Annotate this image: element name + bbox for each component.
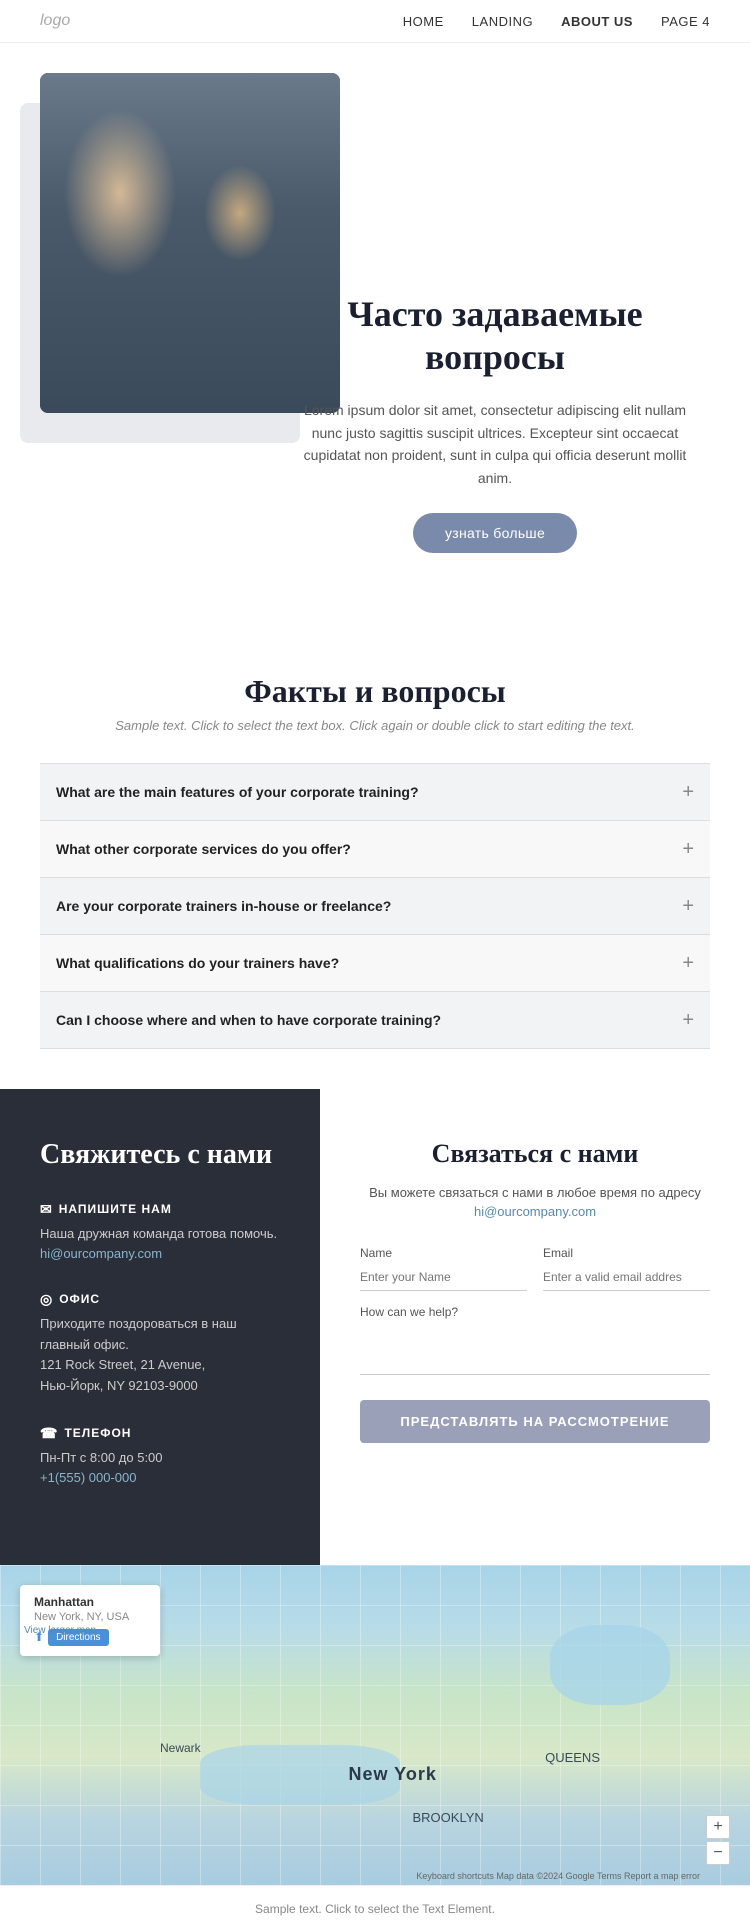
office-icon: ◎ bbox=[40, 1291, 53, 1308]
faq-question-1: What are the main features of your corpo… bbox=[56, 784, 419, 800]
contact-phone-label: ☎ ТЕЛЕФОН bbox=[40, 1425, 280, 1442]
faq-question-3: Are your corporate trainers in-house or … bbox=[56, 898, 391, 914]
hero-content: Часто задаваемые вопросы Lorem ipsum dol… bbox=[280, 73, 710, 553]
footer: Sample text. Click to select the Text El… bbox=[0, 1885, 750, 1932]
map-popup: Manhattan New York, NY, USA ⬆ Directions bbox=[20, 1585, 160, 1656]
contact-message-textarea[interactable] bbox=[360, 1325, 710, 1375]
contact-office-desc: Приходите поздороваться в наш главный оф… bbox=[40, 1314, 280, 1356]
contact-form-row-1: Name Email bbox=[360, 1246, 710, 1291]
map-popup-sub: New York, NY, USA bbox=[34, 1611, 146, 1623]
contact-name-group: Name bbox=[360, 1246, 527, 1291]
map-water-1 bbox=[550, 1625, 670, 1705]
map-zoom-controls: + − bbox=[706, 1815, 730, 1865]
contact-email-block: ✉ НАПИШИТЕ НАМ Наша дружная команда гото… bbox=[40, 1201, 280, 1263]
hero-button[interactable]: узнать больше bbox=[413, 513, 577, 553]
contact-email-link[interactable]: hi@ourcompany.com bbox=[40, 1246, 162, 1261]
nav-page4[interactable]: PAGE 4 bbox=[661, 14, 710, 29]
contact-office-block: ◎ ОФИС Приходите поздороваться в наш гла… bbox=[40, 1291, 280, 1397]
faq-title: Факты и вопросы bbox=[40, 673, 710, 710]
faq-item-5[interactable]: Can I choose where and when to have corp… bbox=[40, 992, 710, 1049]
nav-home[interactable]: HOME bbox=[403, 14, 444, 29]
map-larger-link[interactable]: View larger map bbox=[24, 1625, 96, 1636]
nav-links: HOME LANDING ABOUT US PAGE 4 bbox=[403, 14, 710, 29]
contact-email-desc: Наша дружная команда готова помочь. bbox=[40, 1224, 280, 1245]
contact-form-desc: Вы можете связаться с нами в любое время… bbox=[360, 1183, 710, 1222]
contact-email-form-label: Email bbox=[543, 1246, 710, 1260]
contact-phone-number[interactable]: +1(555) 000-000 bbox=[40, 1470, 137, 1485]
contact-email-group: Email bbox=[543, 1246, 710, 1291]
faq-expand-icon-2: + bbox=[682, 839, 694, 859]
faq-question-5: Can I choose where and when to have corp… bbox=[56, 1012, 441, 1028]
faq-item-4[interactable]: What qualifications do your trainers hav… bbox=[40, 935, 710, 992]
email-icon: ✉ bbox=[40, 1201, 53, 1218]
map-label-newyork: New York bbox=[348, 1764, 436, 1785]
faq-expand-icon-1: + bbox=[682, 782, 694, 802]
hero-description: Lorem ipsum dolor sit amet, consectetur … bbox=[280, 399, 710, 489]
contact-email-input[interactable] bbox=[543, 1264, 710, 1291]
contact-message-label: How can we help? bbox=[360, 1305, 710, 1319]
map-label-brooklyn: BROOKLYN bbox=[413, 1810, 484, 1825]
faq-expand-icon-4: + bbox=[682, 953, 694, 973]
phone-icon: ☎ bbox=[40, 1425, 58, 1442]
nav-landing[interactable]: LANDING bbox=[472, 14, 533, 29]
logo: logo bbox=[40, 12, 70, 30]
contact-form-panel: Связаться с нами Вы можете связаться с н… bbox=[320, 1089, 750, 1565]
faq-expand-icon-3: + bbox=[682, 896, 694, 916]
contact-submit-button[interactable]: ПРЕДСТАВЛЯТЬ НА РАССМОТРЕНИЕ bbox=[360, 1400, 710, 1443]
contact-info: Свяжитесь с нами ✉ НАПИШИТЕ НАМ Наша дру… bbox=[0, 1089, 320, 1565]
map-label-newark: Newark bbox=[160, 1741, 201, 1755]
map-background: Manhattan New York, NY, USA ⬆ Directions… bbox=[0, 1565, 750, 1885]
hero-button-container: узнать больше bbox=[280, 513, 710, 553]
faq-expand-icon-5: + bbox=[682, 1010, 694, 1030]
map-section: Manhattan New York, NY, USA ⬆ Directions… bbox=[0, 1565, 750, 1885]
footer-text: Sample text. Click to select the Text El… bbox=[255, 1902, 495, 1916]
contact-office-label: ◎ ОФИС bbox=[40, 1291, 280, 1308]
contact-office-address: 121 Rock Street, 21 Avenue,Нью-Йорк, NY … bbox=[40, 1355, 280, 1397]
map-popup-title: Manhattan bbox=[34, 1595, 146, 1609]
map-zoom-in-button[interactable]: + bbox=[706, 1815, 730, 1839]
nav-about[interactable]: ABOUT US bbox=[561, 14, 633, 29]
faq-list: What are the main features of your corpo… bbox=[40, 763, 710, 1049]
contact-form-email-link[interactable]: hi@ourcompany.com bbox=[474, 1204, 596, 1219]
faq-question-4: What qualifications do your trainers hav… bbox=[56, 955, 339, 971]
faq-section: Факты и вопросы Sample text. Click to se… bbox=[0, 613, 750, 1089]
hero-title: Часто задаваемые вопросы bbox=[280, 293, 710, 379]
faq-subtitle: Sample text. Click to select the text bo… bbox=[40, 718, 710, 733]
faq-item-2[interactable]: What other corporate services do you off… bbox=[40, 821, 710, 878]
contact-name-input[interactable] bbox=[360, 1264, 527, 1291]
faq-question-2: What other corporate services do you off… bbox=[56, 841, 351, 857]
contact-name-label: Name bbox=[360, 1246, 527, 1260]
navbar: logo HOME LANDING ABOUT US PAGE 4 bbox=[0, 0, 750, 43]
map-zoom-out-button[interactable]: − bbox=[706, 1841, 730, 1865]
contact-form-title: Связаться с нами bbox=[360, 1139, 710, 1169]
contact-phone-hours: Пн-Пт с 8:00 до 5:00 bbox=[40, 1448, 280, 1469]
map-label-queens: QUEENS bbox=[545, 1750, 600, 1765]
faq-item-3[interactable]: Are your corporate trainers in-house or … bbox=[40, 878, 710, 935]
contact-left-title: Свяжитесь с нами bbox=[40, 1139, 280, 1171]
map-credit: Keyboard shortcuts Map data ©2024 Google… bbox=[416, 1871, 700, 1881]
hero-section: Часто задаваемые вопросы Lorem ipsum dol… bbox=[0, 43, 750, 613]
contact-phone-block: ☎ ТЕЛЕФОН Пн-Пт с 8:00 до 5:00 +1(555) 0… bbox=[40, 1425, 280, 1487]
contact-email-label: ✉ НАПИШИТЕ НАМ bbox=[40, 1201, 280, 1218]
faq-item-1[interactable]: What are the main features of your corpo… bbox=[40, 764, 710, 821]
contact-section: Свяжитесь с нами ✉ НАПИШИТЕ НАМ Наша дру… bbox=[0, 1089, 750, 1565]
